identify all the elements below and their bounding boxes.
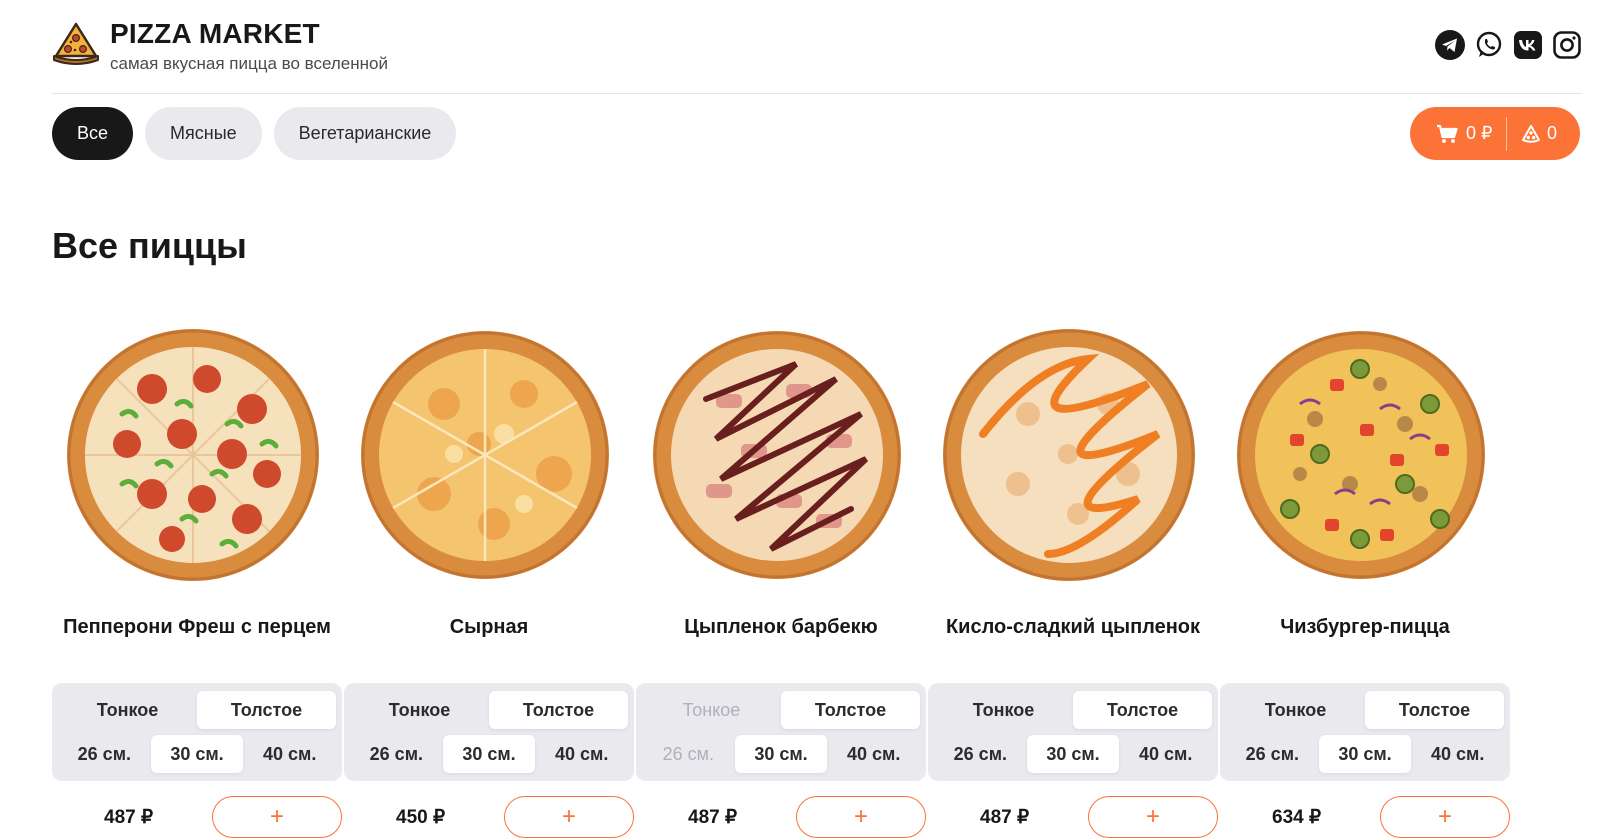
pizza-options: Тонкое Толстое 26 см. 30 см. 40 см. (344, 683, 634, 781)
brand-title: PIZZA MARKET (110, 18, 320, 49)
cart-icon (1437, 124, 1458, 143)
size-40-option[interactable]: 40 см. (1411, 735, 1504, 773)
pizza-image[interactable] (354, 324, 616, 586)
pizza-price: 450 ₽ (396, 807, 446, 828)
size-40-option[interactable]: 40 см. (243, 735, 336, 773)
dough-thin-option[interactable]: Тонкое (642, 691, 781, 729)
pizza-name: Чизбургер-пицца (1280, 616, 1450, 638)
pizza-image[interactable] (1230, 324, 1492, 586)
pizza-name: Цыпленок барбекю (684, 616, 878, 638)
size-40-option[interactable]: 40 см. (535, 735, 628, 773)
size-40-option[interactable]: 40 см. (827, 735, 920, 773)
vk-link[interactable] (1513, 30, 1543, 60)
category-tabs: Все Мясные Вегетарианские (52, 107, 457, 160)
pizza-logo-icon[interactable] (52, 18, 100, 66)
page-title: Все пиццы (52, 225, 247, 266)
dough-thin-option[interactable]: Тонкое (1226, 691, 1365, 729)
dough-thick-option[interactable]: Толстое (489, 691, 628, 729)
pizza-image[interactable] (646, 324, 908, 586)
dough-thin-option[interactable]: Тонкое (350, 691, 489, 729)
add-to-cart-button[interactable]: + (796, 796, 926, 838)
telegram-icon (1435, 30, 1465, 60)
pizza-slice-icon (1522, 124, 1540, 143)
dough-thick-option[interactable]: Толстое (197, 691, 336, 729)
pizza-name: Пепперони Фреш с перцем (63, 616, 331, 638)
size-30-option[interactable]: 30 см. (1026, 735, 1120, 773)
add-to-cart-button[interactable]: + (1380, 796, 1510, 838)
size-40-option[interactable]: 40 см. (1119, 735, 1212, 773)
pizza-image[interactable] (938, 324, 1200, 586)
pizza-price: 634 ₽ (1272, 807, 1322, 828)
dough-thin-option[interactable]: Тонкое (58, 691, 197, 729)
dough-thin-option[interactable]: Тонкое (934, 691, 1073, 729)
dough-thick-option[interactable]: Толстое (1073, 691, 1212, 729)
size-30-option[interactable]: 30 см. (1318, 735, 1412, 773)
dough-thick-option[interactable]: Толстое (1365, 691, 1504, 729)
size-30-option[interactable]: 30 см. (150, 735, 244, 773)
pizza-options: Тонкое Толстое 26 см. 30 см. 40 см. (1220, 683, 1510, 781)
instagram-icon (1553, 31, 1581, 59)
size-30-option[interactable]: 30 см. (442, 735, 536, 773)
cart-total: 0 ₽ (1466, 123, 1493, 143)
size-26-option[interactable]: 26 см. (58, 735, 151, 773)
pizza-options: Тонкое Толстое 26 см. 30 см. 40 см. (52, 683, 342, 781)
category-all[interactable]: Все (52, 107, 134, 160)
social-links (1435, 30, 1582, 60)
pizza-name: Сырная (449, 616, 529, 638)
category-vegetarian[interactable]: Вегетарианские (273, 107, 457, 160)
pizza-image[interactable] (62, 324, 324, 586)
pizza-options: Тонкое Толстое 26 см. 30 см. 40 см. (928, 683, 1218, 781)
size-30-option[interactable]: 30 см. (734, 735, 828, 773)
vk-icon (1514, 31, 1542, 59)
whatsapp-link[interactable] (1474, 30, 1504, 60)
add-to-cart-button[interactable]: + (1088, 796, 1218, 838)
add-to-cart-button[interactable]: + (212, 796, 342, 838)
add-to-cart-button[interactable]: + (504, 796, 634, 838)
pizza-price: 487 ₽ (104, 807, 154, 828)
size-26-option[interactable]: 26 см. (350, 735, 443, 773)
dough-thick-option[interactable]: Толстое (781, 691, 920, 729)
size-26-option[interactable]: 26 см. (642, 735, 735, 773)
brand-subtitle: самая вкусная пицца во вселенной (110, 54, 388, 73)
cart-count: 0 (1547, 123, 1558, 143)
pizza-options: Тонкое Толстое 26 см. 30 см. 40 см. (636, 683, 926, 781)
instagram-link[interactable] (1552, 30, 1582, 60)
category-meat[interactable]: Мясные (145, 107, 262, 160)
telegram-link[interactable] (1435, 30, 1465, 60)
pizza-price: 487 ₽ (688, 807, 738, 828)
cart-button[interactable]: 0 ₽ 0 (1410, 107, 1580, 160)
size-26-option[interactable]: 26 см. (934, 735, 1027, 773)
size-26-option[interactable]: 26 см. (1226, 735, 1319, 773)
pizza-price: 487 ₽ (980, 807, 1030, 828)
whatsapp-icon (1476, 31, 1502, 57)
header: PIZZA MARKET самая вкусная пицца во всел… (52, 0, 1582, 94)
pizza-name: Кисло-сладкий цыпленок (945, 616, 1201, 638)
